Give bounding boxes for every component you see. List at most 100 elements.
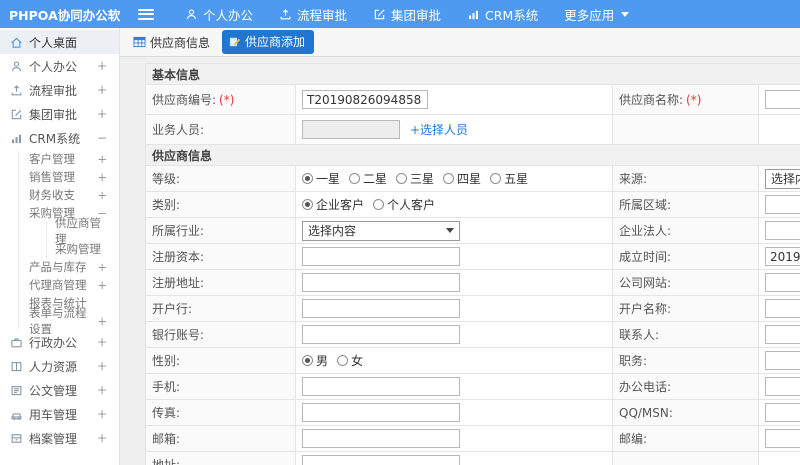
- email-input[interactable]: [302, 429, 460, 448]
- zip-code-input[interactable]: [765, 429, 800, 448]
- company-website-input[interactable]: [765, 273, 800, 292]
- bank-account-input[interactable]: [302, 325, 460, 344]
- sidebar-toggle-icon[interactable]: [138, 8, 154, 20]
- nav-item-process-approval[interactable]: 流程审批: [266, 0, 360, 28]
- source-select[interactable]: 选择内容: [765, 168, 800, 189]
- radio-gender-female[interactable]: 女: [337, 352, 363, 369]
- choose-person-link[interactable]: +选择人员: [410, 123, 468, 137]
- expand-icon[interactable]: +: [97, 359, 107, 373]
- expand-icon[interactable]: +: [97, 188, 107, 202]
- contact-person-input[interactable]: [765, 325, 800, 344]
- established-date-input[interactable]: [765, 247, 800, 266]
- sidebar-item-crm[interactable]: CRM系统 −: [0, 126, 119, 150]
- field-label: 邮编:: [619, 432, 648, 446]
- field-label: 公司网站:: [619, 276, 672, 290]
- position-input[interactable]: [765, 351, 800, 370]
- sidebar-item-form-process-settings[interactable]: 表单与流程设置 +: [19, 306, 119, 336]
- office-phone-input[interactable]: [765, 377, 800, 396]
- qq-msn-input[interactable]: [765, 403, 800, 422]
- expand-icon[interactable]: +: [97, 431, 107, 445]
- sidebar-item-product-inventory[interactable]: 产品与库存 +: [19, 258, 119, 276]
- required-marker: (*): [686, 93, 702, 107]
- category-radio-group: 企业客户 个人客户: [302, 196, 435, 213]
- sidebar-item-supplier-mgmt[interactable]: 供应商管理: [47, 216, 119, 246]
- radio-level-4star[interactable]: 四星: [443, 170, 481, 187]
- sidebar-item-vehicle-mgmt[interactable]: 用车管理 +: [0, 402, 119, 426]
- sidebar-item-admin-office[interactable]: 行政办公 +: [0, 330, 119, 354]
- fax-input[interactable]: [302, 403, 460, 422]
- user-icon: [11, 60, 22, 71]
- sidebar-item-hr[interactable]: 人力资源 +: [0, 354, 119, 378]
- chart-icon: [12, 134, 21, 143]
- sidebar-item-label: CRM系统: [29, 131, 81, 146]
- radio-category-personal[interactable]: 个人客户: [373, 196, 435, 213]
- radio-level-1star[interactable]: 一星: [302, 170, 340, 187]
- expand-icon[interactable]: +: [97, 83, 107, 97]
- app-logo[interactable]: PHPOA协同办公软件: [0, 5, 120, 24]
- tab-supplier-add[interactable]: 供应商添加: [222, 30, 315, 54]
- caret-down-icon: [621, 11, 630, 17]
- supplier-no-input[interactable]: [302, 90, 428, 109]
- sidebar-item-agent-mgmt[interactable]: 代理商管理 +: [19, 276, 119, 294]
- account-name-input[interactable]: [765, 299, 800, 318]
- expand-icon[interactable]: +: [97, 314, 107, 328]
- collapse-icon[interactable]: −: [97, 131, 107, 145]
- top-navbar: PHPOA协同办公软件 个人办公 流程审批 集团审批 CRM系统 更多应用: [0, 0, 800, 28]
- home-icon: [11, 37, 22, 48]
- expand-icon[interactable]: +: [97, 278, 107, 292]
- expand-icon[interactable]: +: [97, 383, 107, 397]
- radio-level-2star[interactable]: 二星: [349, 170, 387, 187]
- caret-down-icon: [446, 228, 454, 233]
- field-label: 性别:: [152, 354, 181, 368]
- nav-item-crm[interactable]: CRM系统: [454, 0, 551, 28]
- sidebar-item-process-approval[interactable]: 流程审批 +: [0, 78, 119, 102]
- sidebar-item-sales-mgmt[interactable]: 销售管理 +: [19, 168, 119, 186]
- industry-select[interactable]: 选择内容: [302, 220, 460, 241]
- nav-item-more-apps[interactable]: 更多应用: [551, 0, 642, 28]
- sidebar-item-customer-mgmt[interactable]: 客户管理 +: [19, 150, 119, 168]
- legal-person-input[interactable]: [765, 221, 800, 240]
- tab-supplier-info[interactable]: 供应商信息: [133, 34, 210, 51]
- expand-icon[interactable]: +: [97, 170, 107, 184]
- crm-submenu: 客户管理 + 销售管理 + 财务收支 + 采购管理 − 供应商管理 采购管理 产…: [18, 150, 119, 336]
- sidebar-item-finance[interactable]: 财务收支 +: [19, 186, 119, 204]
- sidebar-item-personal-desktop[interactable]: 个人桌面: [0, 30, 119, 54]
- registered-address-input[interactable]: [302, 273, 460, 292]
- address-input[interactable]: [302, 455, 460, 465]
- radio-category-enterprise[interactable]: 企业客户: [302, 196, 364, 213]
- radio-gender-male[interactable]: 男: [302, 352, 328, 369]
- field-label: 注册资本:: [152, 250, 205, 264]
- edit-icon: [11, 109, 22, 119]
- expand-icon[interactable]: +: [97, 335, 107, 349]
- radio-level-3star[interactable]: 三星: [396, 170, 434, 187]
- expand-icon[interactable]: +: [97, 107, 107, 121]
- app-window: PHPOA协同办公软件 个人办公 流程审批 集团审批 CRM系统 更多应用: [0, 0, 800, 465]
- field-label: 注册地址:: [152, 276, 205, 290]
- expand-icon[interactable]: +: [97, 407, 107, 421]
- mobile-input[interactable]: [302, 377, 460, 396]
- region-input[interactable]: [765, 195, 800, 214]
- sidebar-item-group-approval[interactable]: 集团审批 +: [0, 102, 119, 126]
- sidebar-item-archive-mgmt[interactable]: 档案管理 +: [0, 426, 119, 450]
- nav-item-personal-office[interactable]: 个人办公: [172, 0, 266, 28]
- purchase-submenu: 供应商管理 采购管理: [46, 216, 119, 258]
- field-label: 等级:: [152, 172, 181, 186]
- sidebar-item-document-mgmt[interactable]: 公文管理 +: [0, 378, 119, 402]
- form-row: 地址:: [145, 451, 800, 465]
- expand-icon[interactable]: +: [97, 152, 107, 166]
- registered-capital-input[interactable]: [302, 247, 460, 266]
- sidebar-item-personal-office[interactable]: 个人办公 +: [0, 54, 119, 78]
- business-person-input[interactable]: [302, 120, 400, 139]
- nav-item-group-approval[interactable]: 集团审批: [360, 0, 454, 28]
- sidebar-item-purchase[interactable]: 采购管理: [47, 240, 119, 258]
- section-title-supplier: 供应商信息: [144, 144, 800, 166]
- main-panel: 供应商信息 供应商添加 基本信息 供应商编号:(*) 供应商名称:(*) 业务人…: [120, 28, 800, 465]
- radio-level-5star[interactable]: 五星: [490, 170, 528, 187]
- upload-icon: [11, 84, 22, 95]
- bank-input[interactable]: [302, 299, 460, 318]
- supplier-name-input[interactable]: [765, 90, 800, 109]
- expand-icon[interactable]: +: [97, 59, 107, 73]
- level-radio-group: 一星 二星 三星 四星 五星: [302, 170, 528, 187]
- radio-icon: [302, 173, 313, 184]
- expand-icon[interactable]: +: [97, 260, 107, 274]
